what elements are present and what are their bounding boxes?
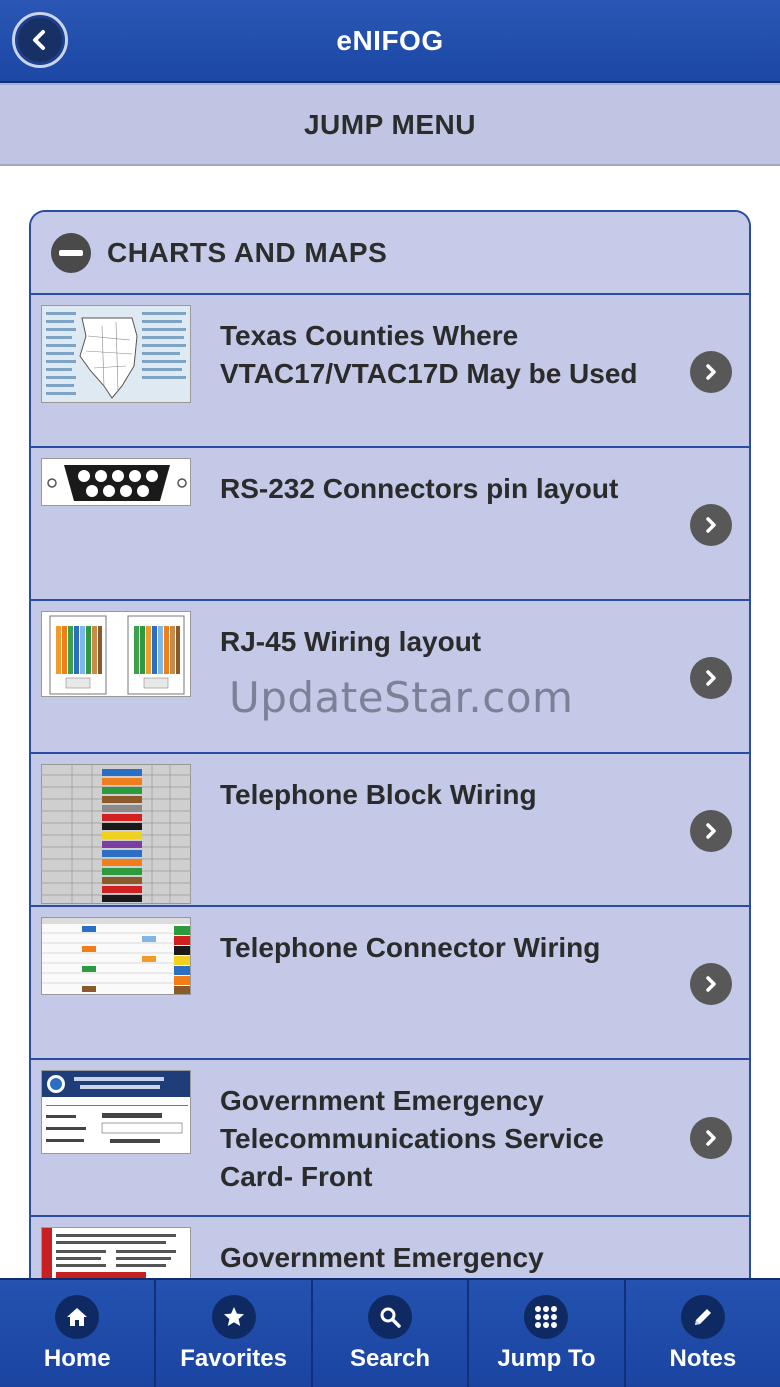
chevron-right-icon[interactable] [690,351,732,393]
list-item-label: Telephone Block Wiring [220,779,537,810]
gets-card-front-thumbnail [41,1070,191,1154]
rj45-wiring-thumbnail [41,611,191,697]
section-header[interactable]: CHARTS AND MAPS [31,212,749,295]
tab-label: Jump To [497,1344,596,1372]
tab-label: Favorites [180,1344,287,1372]
app-header: eNIFOG [0,0,780,83]
list-item-rs232[interactable]: RS-232 Connectors pin layout [31,448,749,601]
grid-icon [524,1294,569,1339]
back-button[interactable] [12,12,68,68]
chevron-right-icon[interactable] [690,657,732,699]
list-item-label: RS-232 Connectors pin layout [220,473,619,504]
tab-home[interactable]: Home [0,1280,157,1387]
jump-menu-button[interactable]: JUMP MENU [0,83,780,166]
tab-label: Notes [669,1344,737,1372]
tab-label: Search [349,1344,431,1372]
home-icon [55,1294,100,1339]
tab-search[interactable]: Search [312,1280,470,1387]
search-icon [368,1294,413,1339]
tab-favorites[interactable]: Favorites [156,1280,313,1387]
chevron-left-icon [18,18,62,62]
chevron-right-icon[interactable] [690,1117,732,1159]
tab-notes[interactable]: Notes [625,1280,780,1387]
list-item-label: Government Emergency [220,1242,544,1273]
db9-connector-thumbnail [41,458,191,506]
list-item-rj45[interactable]: RJ-45 Wiring layout UpdateStar.com [31,601,749,754]
list-item-label: Government Emergency Telecommunications … [220,1085,604,1192]
star-icon [211,1294,256,1339]
chevron-right-icon[interactable] [690,810,732,852]
list-item-label: RJ-45 Wiring layout [220,626,482,657]
section-title: CHARTS AND MAPS [107,236,388,268]
list-item-label: Texas Counties Where VTAC17/VTAC17D May … [220,320,638,389]
list-item-block-wiring[interactable]: Telephone Block Wiring [31,754,749,907]
chevron-right-icon[interactable] [690,963,732,1005]
watermark-text: UpdateStar.com [229,673,574,722]
block-wiring-thumbnail [41,764,191,904]
connector-wiring-thumbnail [41,917,191,995]
tab-jump-to[interactable]: Jump To [469,1280,626,1387]
list-item-connector-wiring[interactable]: Telephone Connector Wiring [31,907,749,1060]
pencil-icon [680,1294,725,1339]
chevron-right-icon[interactable] [690,504,732,546]
tab-label: Home [43,1344,111,1372]
list-item-gets-card-front[interactable]: Government Emergency Telecommunications … [31,1060,749,1217]
list-item-label: Telephone Connector Wiring [220,932,601,963]
charts-and-maps-section: CHARTS AND MAPS Texas Counties Where VTA [29,210,751,1290]
bottom-tab-bar: Home Favorites Search Jump To Notes [0,1278,780,1387]
jump-menu-label: JUMP MENU [303,108,476,140]
app-title: eNIFOG [336,24,444,56]
minus-circle-icon[interactable] [51,232,91,273]
texas-map-thumbnail [41,305,191,403]
list-item-texas-counties[interactable]: Texas Counties Where VTAC17/VTAC17D May … [31,295,749,448]
